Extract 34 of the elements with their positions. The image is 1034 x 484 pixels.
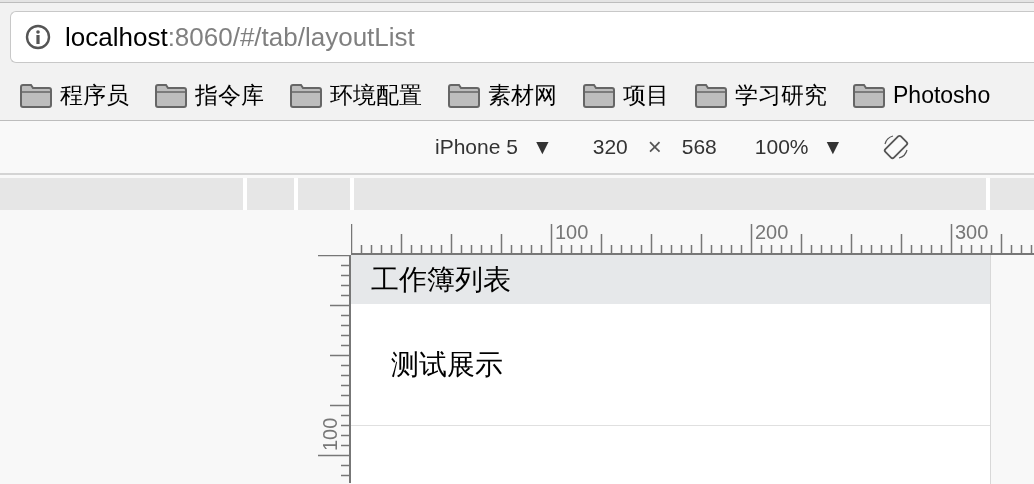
- list-item[interactable]: 测试展示: [351, 304, 990, 426]
- folder-icon: [290, 83, 322, 108]
- folder-icon: [155, 83, 187, 108]
- device-select[interactable]: iPhone 5 ▼: [435, 131, 553, 163]
- bookmark-item[interactable]: 指令库: [155, 78, 264, 113]
- ruler-label: 200: [755, 221, 789, 243]
- ruler-label: 100: [555, 221, 589, 243]
- width-field[interactable]: 320: [592, 131, 628, 163]
- info-icon: [25, 24, 51, 50]
- ruler-label: 100: [319, 417, 341, 451]
- bookmark-item[interactable]: Photosho: [853, 78, 991, 113]
- dimension-separator: ×: [647, 132, 662, 162]
- url-path: :8060/#/tab/layoutList: [167, 24, 415, 50]
- ruler-label: 300: [955, 221, 989, 243]
- media-query-bar[interactable]: [247, 178, 294, 210]
- page-header: 工作簿列表: [351, 255, 990, 304]
- bookmark-item[interactable]: 环境配置: [290, 78, 422, 113]
- media-query-bar[interactable]: [354, 178, 986, 210]
- bookmark-item[interactable]: 程序员: [20, 78, 129, 113]
- url-host: localhost: [65, 24, 168, 50]
- folder-icon: [695, 83, 727, 108]
- folder-icon: [853, 83, 885, 108]
- bookmark-item[interactable]: 项目: [583, 78, 669, 113]
- folder-icon: [583, 83, 615, 108]
- folder-icon: [20, 83, 52, 108]
- media-query-bar[interactable]: [298, 178, 350, 210]
- media-query-bar[interactable]: [990, 178, 1034, 210]
- folder-icon: [448, 83, 480, 108]
- zoom-select[interactable]: 100% ▼: [754, 131, 844, 163]
- media-query-bar[interactable]: [0, 178, 243, 210]
- bookmark-item[interactable]: 学习研究: [695, 78, 827, 113]
- bookmark-item[interactable]: 素材网: [448, 78, 557, 113]
- address-field[interactable]: localhost:8060/#/tab/layoutList: [10, 11, 1034, 63]
- height-field[interactable]: 568: [681, 131, 717, 163]
